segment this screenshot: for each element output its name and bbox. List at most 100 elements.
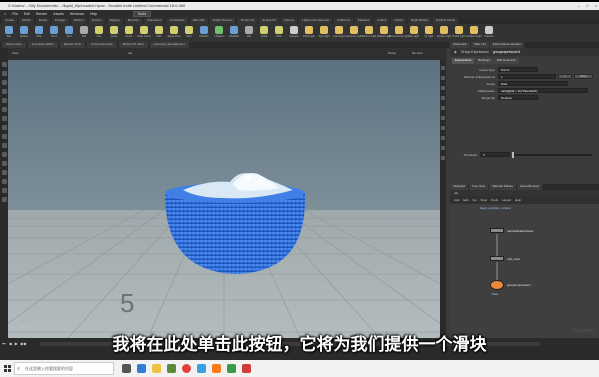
shelf-tool[interactable]: Portal Light [452,25,466,41]
recorder-icon[interactable] [242,364,251,373]
node-box[interactable] [490,228,504,233]
network-editor[interactable]: liquid_particles_tutorial Geometry parti… [450,204,599,338]
camtasia-icon[interactable] [227,364,236,373]
view-icon[interactable] [1,125,7,130]
tab-take-list[interactable]: Take List [471,42,489,48]
tab-bindings[interactable]: Bindings [475,58,493,64]
threshold-slider[interactable] [512,151,592,158]
shelf-tool[interactable]: Ambient Light [466,25,482,41]
node-particlefluidsurface[interactable]: particlefluidsurface1 [490,228,534,233]
group-field[interactable]: blast [498,81,568,86]
net-menu-edit[interactable]: Edit [463,198,468,202]
object-icon[interactable] [1,188,7,193]
tab-parameter[interactable]: Parameter [450,42,471,48]
shelf-tool[interactable]: Circle [107,25,121,41]
explorer-icon[interactable] [152,364,161,373]
net-menu-add[interactable]: Add [454,198,459,202]
uv-icon[interactable] [441,126,445,130]
app-icon[interactable] [197,364,206,373]
shelf-tool[interactable]: Volume Light [362,25,376,41]
clear-button[interactable]: Clear [573,74,593,79]
edge-browser-icon[interactable] [137,364,146,373]
points-icon[interactable] [441,106,445,110]
scene-icon[interactable] [1,197,7,202]
shelf-tool[interactable]: Caustic Light [437,25,451,41]
shelf-tool[interactable]: Sphere [17,25,31,41]
shelf-tool[interactable]: Line [92,25,106,41]
paint-icon[interactable] [1,116,7,121]
obj-path[interactable]: obj [128,51,132,55]
grid-display-icon[interactable] [441,146,445,150]
shelf-tool[interactable]: Draw Curve [137,25,151,41]
shelf-tool[interactable]: Metaball [227,25,241,41]
grid-icon[interactable] [1,152,7,157]
net-menu-go[interactable]: Go [473,198,477,202]
close-icon[interactable]: × [595,2,597,10]
handle-icon[interactable] [1,98,7,103]
rotate-icon[interactable] [1,80,7,85]
menu-windows[interactable]: Windows [70,12,84,16]
camera-menu[interactable]: Persp [388,51,396,55]
shelf-tool[interactable]: Font [182,25,196,41]
tab-performance[interactable]: Performance Monitor [489,42,524,48]
menu-file[interactable]: File [12,12,18,16]
shelf-tool[interactable]: Curve [122,25,136,41]
houdini-logo-icon[interactable]: ● [4,12,6,16]
pose-icon[interactable] [1,107,7,112]
net-menu-layout[interactable]: Layout [502,198,511,202]
houdini-app-icon[interactable] [212,364,221,373]
threshold-field[interactable]: 0 [480,152,510,157]
ghost-icon[interactable] [441,96,445,100]
shelf-tool[interactable]: Camera [482,25,496,41]
shelf-tool[interactable]: Distant Light [377,25,391,41]
net-menu-tools[interactable]: Tools [491,198,498,202]
tab-edit-geometry[interactable]: Edit Geometry [493,58,520,64]
lights-icon[interactable] [441,86,445,90]
num-expressions-field[interactable]: 1 [498,74,556,79]
task-view-icon[interactable] [122,364,131,373]
backface-icon[interactable] [441,136,445,140]
shelf-tool[interactable]: Spray Paint [167,25,181,41]
scale-icon[interactable] [1,89,7,94]
net-menu-view[interactable]: View [481,198,487,202]
node-box[interactable] [490,280,504,290]
no-cam-menu[interactable]: No cam [412,51,422,55]
shelf-tool[interactable]: Torus [47,25,61,41]
shelf-tool[interactable]: Spot Light [317,25,331,41]
shelf-tool[interactable]: Null [77,25,91,41]
shading-icon[interactable] [441,76,445,80]
node-null-rest[interactable]: null_rest1 [490,256,520,261]
net-menu-help[interactable]: Help [515,198,521,202]
taskbar-search[interactable]: ⚲ 在这里输入你要搜索的内容 [14,362,114,375]
shelf-tool[interactable]: Helix [272,25,286,41]
viewport-3d[interactable]: x y z 5 [8,60,440,338]
shelf-tool[interactable]: GI Light [422,25,436,41]
threshold-slider-handle[interactable] [512,151,514,158]
face-icon[interactable] [1,179,7,184]
shelf-tool[interactable]: Box [2,25,16,41]
minecraft-icon[interactable] [167,364,176,373]
maximize-icon[interactable]: □ [586,2,588,10]
menu-edit[interactable]: Edit [24,12,30,16]
display-icon[interactable] [441,66,445,70]
shelf-tool[interactable]: Camera [287,25,301,41]
shelf-tool[interactable]: Environment Light [389,25,409,41]
chrome-icon[interactable] [182,364,191,373]
menu-assets[interactable]: Assets [53,12,64,16]
edge-icon[interactable] [1,170,7,175]
minimize-icon[interactable]: – [578,2,580,10]
move-icon[interactable] [1,71,7,76]
menu-help[interactable]: Help [90,12,97,16]
snap-icon[interactable] [1,134,7,139]
shelf-tool[interactable]: Grid [62,25,76,41]
shelf-tool[interactable]: Sky Light [407,25,421,41]
magnet-icon[interactable] [1,143,7,148]
fog-icon[interactable] [441,156,445,160]
shelf-tool[interactable]: Geometry Light [345,25,363,41]
point-icon[interactable] [1,161,7,166]
shelf-tool[interactable]: Area Light [332,25,346,41]
node-box[interactable] [490,256,504,261]
viewport-label[interactable]: View [12,51,18,55]
normals-icon[interactable] [441,116,445,120]
vexpression-field[interactable]: rand(@id) < ch("threshold") [498,88,588,93]
